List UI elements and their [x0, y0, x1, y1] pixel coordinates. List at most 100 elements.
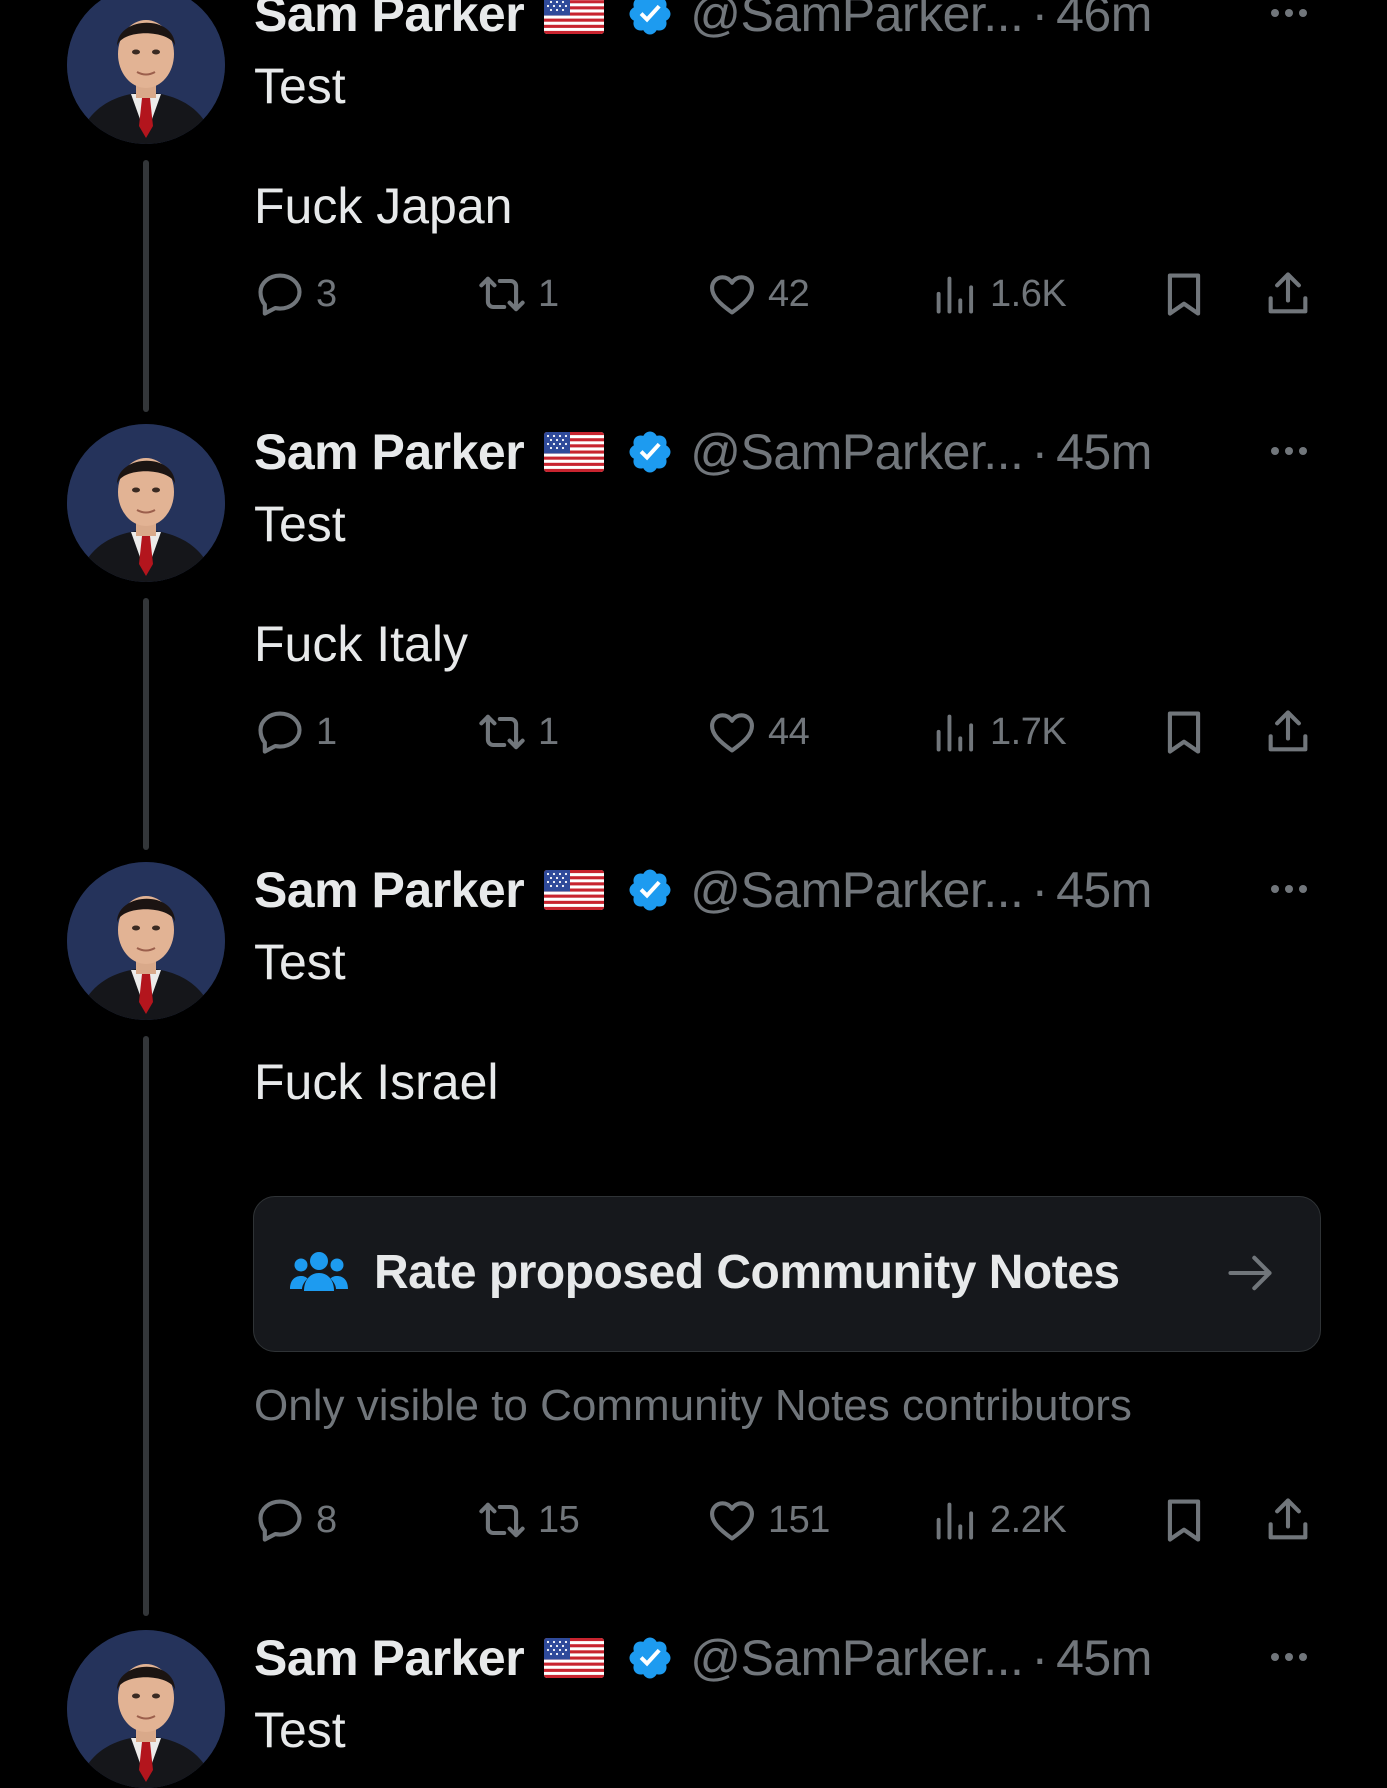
share-icon: [1262, 268, 1314, 320]
us-flag-icon: [544, 432, 604, 472]
reply-button[interactable]: 1: [254, 704, 337, 760]
share-icon: [1262, 706, 1314, 758]
avatar[interactable]: [67, 1630, 225, 1788]
tweet-text: Test Fuck Israel: [254, 934, 499, 1110]
display-name[interactable]: Sam Parker: [254, 424, 525, 480]
thread-connector-line: [143, 160, 149, 412]
thread: Sam Parker @SamParker... · 46m Test Fuck…: [0, 0, 1387, 1734]
reply-count: 8: [316, 1498, 337, 1541]
action-bar: 3 1 42 1.6K: [254, 266, 1334, 322]
handle[interactable]: @SamParker...: [690, 1630, 1024, 1686]
views-count: 1.7K: [990, 710, 1067, 753]
views-button[interactable]: 2.2K: [928, 1492, 1067, 1548]
repost-count: 1: [538, 272, 559, 315]
community-notes-caption: Only visible to Community Notes contribu…: [254, 1381, 1132, 1430]
handle[interactable]: @SamParker...: [690, 424, 1024, 480]
tweet-header: Sam Parker @SamParker... · 45m: [254, 424, 1324, 480]
people-icon: [290, 1247, 348, 1299]
share-icon: [1262, 1494, 1314, 1546]
display-name[interactable]: Sam Parker: [254, 1630, 525, 1686]
us-flag-icon: [544, 0, 604, 34]
bookmark-icon: [1158, 268, 1210, 320]
more-options-icon[interactable]: [1264, 0, 1314, 38]
repost-count: 1: [538, 710, 559, 753]
timestamp[interactable]: 45m: [1056, 862, 1152, 918]
avatar[interactable]: [67, 0, 225, 144]
share-button[interactable]: [1262, 1492, 1314, 1548]
views-count: 1.6K: [990, 272, 1067, 315]
repost-icon: [476, 706, 528, 758]
like-button[interactable]: 44: [706, 704, 810, 760]
bookmark-icon: [1158, 706, 1210, 758]
views-count: 2.2K: [990, 1498, 1067, 1541]
reply-icon: [254, 1494, 306, 1546]
timestamp[interactable]: 45m: [1056, 1630, 1152, 1686]
tweet-text: Test Fuck Italy: [254, 496, 468, 672]
separator-dot: ·: [1031, 1630, 1049, 1686]
action-bar: 8 15 151 2.2K: [254, 1492, 1334, 1548]
thread-connector-line: [143, 1036, 149, 1616]
handle[interactable]: @SamParker...: [690, 862, 1024, 918]
separator-dot: ·: [1031, 862, 1049, 918]
timestamp[interactable]: 46m: [1056, 0, 1152, 42]
repost-button[interactable]: 15: [476, 1492, 580, 1548]
repost-button[interactable]: 1: [476, 266, 559, 322]
like-button[interactable]: 151: [706, 1492, 830, 1548]
share-button[interactable]: [1262, 266, 1314, 322]
like-button[interactable]: 42: [706, 266, 810, 322]
heart-icon: [706, 268, 758, 320]
heart-icon: [706, 1494, 758, 1546]
repost-count: 15: [538, 1498, 580, 1541]
views-icon: [928, 268, 980, 320]
avatar[interactable]: [67, 862, 225, 1020]
thread-connector-line: [143, 598, 149, 850]
reply-icon: [254, 706, 306, 758]
bookmark-button[interactable]: [1158, 1492, 1210, 1548]
community-notes-label: Rate proposed Community Notes: [374, 1246, 1120, 1299]
share-button[interactable]: [1262, 704, 1314, 760]
repost-button[interactable]: 1: [476, 704, 559, 760]
display-name[interactable]: Sam Parker: [254, 0, 525, 42]
reply-icon: [254, 268, 306, 320]
verified-badge-icon[interactable]: [626, 428, 674, 476]
reply-button[interactable]: 8: [254, 1492, 337, 1548]
tweet-text: Test: [254, 1702, 346, 1758]
separator-dot: ·: [1031, 0, 1049, 42]
repost-icon: [476, 1494, 528, 1546]
us-flag-icon: [544, 1638, 604, 1678]
more-options-icon[interactable]: [1264, 1632, 1314, 1682]
arrow-right-icon: [1224, 1247, 1276, 1299]
us-flag-icon: [544, 870, 604, 910]
more-options-icon[interactable]: [1264, 426, 1314, 476]
bookmark-button[interactable]: [1158, 266, 1210, 322]
heart-icon: [706, 706, 758, 758]
reply-count: 1: [316, 710, 337, 753]
avatar[interactable]: [67, 424, 225, 582]
like-count: 44: [768, 710, 810, 753]
like-count: 151: [768, 1498, 830, 1541]
repost-icon: [476, 268, 528, 320]
verified-badge-icon[interactable]: [626, 866, 674, 914]
views-icon: [928, 706, 980, 758]
more-options-icon[interactable]: [1264, 864, 1314, 914]
like-count: 42: [768, 272, 810, 315]
reply-count: 3: [316, 272, 337, 315]
handle[interactable]: @SamParker...: [690, 0, 1024, 42]
tweet-header: Sam Parker @SamParker... · 45m: [254, 862, 1324, 918]
tweet-text: Test Fuck Japan: [254, 58, 513, 234]
reply-button[interactable]: 3: [254, 266, 337, 322]
tweet-header: Sam Parker @SamParker... · 45m: [254, 1630, 1324, 1686]
timestamp[interactable]: 45m: [1056, 424, 1152, 480]
community-notes-card[interactable]: Rate proposed Community Notes: [253, 1196, 1321, 1352]
display-name[interactable]: Sam Parker: [254, 862, 525, 918]
verified-badge-icon[interactable]: [626, 1634, 674, 1682]
verified-badge-icon[interactable]: [626, 0, 674, 38]
separator-dot: ·: [1031, 424, 1049, 480]
bookmark-icon: [1158, 1494, 1210, 1546]
action-bar: 1 1 44 1.7K: [254, 704, 1334, 760]
views-button[interactable]: 1.7K: [928, 704, 1067, 760]
tweet-header: Sam Parker @SamParker... · 46m: [254, 0, 1324, 42]
views-icon: [928, 1494, 980, 1546]
bookmark-button[interactable]: [1158, 704, 1210, 760]
views-button[interactable]: 1.6K: [928, 266, 1067, 322]
